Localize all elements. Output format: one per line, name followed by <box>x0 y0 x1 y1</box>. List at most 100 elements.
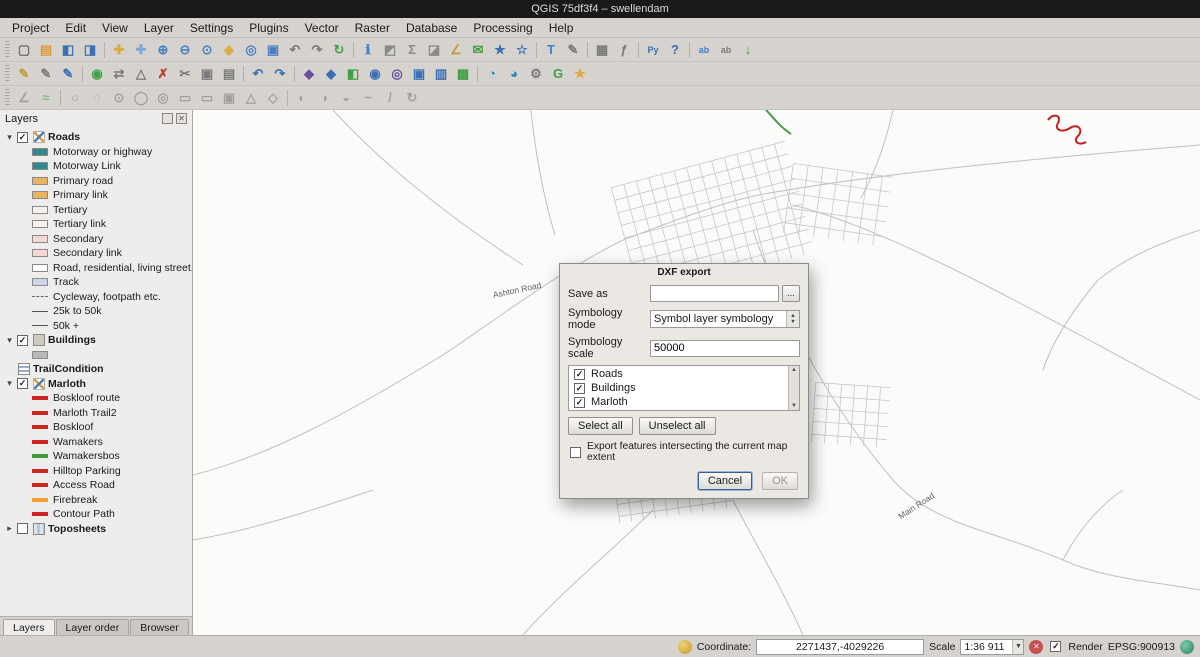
layer-item-boskloof[interactable]: Boskloof <box>0 420 192 435</box>
menu-database[interactable]: Database <box>398 19 465 37</box>
redo-icon[interactable]: ↷ <box>269 63 291 85</box>
render-checkbox[interactable] <box>1050 641 1061 652</box>
titlebar[interactable]: QGIS 75df3f4 – swellendam <box>0 0 1200 18</box>
menu-layer[interactable]: Layer <box>136 19 182 37</box>
expander-icon[interactable]: ▾ <box>4 378 15 389</box>
layer-item-boskloof-route[interactable]: Boskloof route <box>0 391 192 406</box>
menu-edit[interactable]: Edit <box>57 19 94 37</box>
spatial-query-icon[interactable]: ▩ <box>452 63 474 85</box>
layer-item-secondary[interactable]: Secondary <box>0 232 192 247</box>
label-options-icon[interactable]: ab <box>715 39 737 61</box>
zoom-full-icon[interactable]: ◈ <box>218 39 240 61</box>
layer-item-access-road[interactable]: Access Road <box>0 478 192 493</box>
annotation-icon[interactable]: ✎ <box>562 39 584 61</box>
paste-features-icon[interactable]: ▤ <box>218 63 240 85</box>
ok-button[interactable]: OK <box>762 472 798 490</box>
extent-checkbox[interactable] <box>570 447 581 458</box>
rectangle-from-extent-icon[interactable]: ▭ <box>174 87 196 109</box>
ellipse-from-center-icon[interactable]: ◯ <box>130 87 152 109</box>
layer-item-50k[interactable]: 50k + <box>0 319 192 334</box>
delete-selected-icon[interactable]: ✗ <box>152 63 174 85</box>
field-calculator-icon[interactable]: ƒ <box>613 39 635 61</box>
layer-item-hilltop-parking[interactable]: Hilltop Parking <box>0 464 192 479</box>
menu-processing[interactable]: Processing <box>465 19 540 37</box>
browse-button[interactable]: ... <box>782 285 800 302</box>
menu-view[interactable]: View <box>94 19 136 37</box>
split-features-icon[interactable]: / <box>379 87 401 109</box>
web-service-icon[interactable]: ◔ <box>481 63 503 85</box>
refresh-icon[interactable]: ↻ <box>328 39 350 61</box>
dialog-title[interactable]: DXF export <box>560 264 808 280</box>
regular-polygon-icon[interactable]: △ <box>240 87 262 109</box>
identify-features-icon[interactable]: ℹ <box>357 39 379 61</box>
current-edits-icon[interactable]: ✎ <box>13 63 35 85</box>
zoom-native-icon[interactable]: ⊙ <box>196 39 218 61</box>
tracing-icon[interactable]: ≈ <box>35 87 57 109</box>
select-by-expression-icon[interactable]: Σ <box>401 39 423 61</box>
menu-settings[interactable]: Settings <box>182 19 241 37</box>
grass-tools-icon[interactable]: G <box>547 63 569 85</box>
delete-ring-icon[interactable]: ◒ <box>335 87 357 109</box>
save-as-input[interactable] <box>650 285 779 302</box>
attribute-table-icon[interactable]: ▦ <box>591 39 613 61</box>
ellipse-from-extent-icon[interactable]: ◎ <box>152 87 174 109</box>
show-bookmarks-icon[interactable]: ☆ <box>511 39 533 61</box>
save-layer-edits-icon[interactable]: ✎ <box>57 63 79 85</box>
pan-map-icon[interactable]: ✚ <box>108 39 130 61</box>
layer-visibility-checkbox[interactable] <box>17 523 28 534</box>
messages-icon[interactable] <box>678 640 692 654</box>
copy-features-icon[interactable]: ▣ <box>196 63 218 85</box>
layer-item-secondary-link[interactable]: Secondary link <box>0 246 192 261</box>
layer-item-track[interactable]: Track <box>0 275 192 290</box>
new-project-icon[interactable]: ▢ <box>13 39 35 61</box>
processing-toolbox-icon[interactable]: ⚙ <box>525 63 547 85</box>
layer-export-checkbox[interactable] <box>574 383 585 394</box>
symbology-mode-combo[interactable]: Symbol layer symbology ▲▼ <box>650 310 800 328</box>
menu-raster[interactable]: Raster <box>347 19 398 37</box>
toggle-editing-icon[interactable]: ✎ <box>35 63 57 85</box>
symbology-scale-input[interactable] <box>650 340 800 357</box>
layer-item-symbol[interactable] <box>0 348 192 363</box>
layer-group-marloth[interactable]: ▾Marloth <box>0 377 192 392</box>
vector-analysis-icon[interactable]: ◆ <box>320 63 342 85</box>
labeling-icon[interactable]: ab <box>693 39 715 61</box>
polygon-from-center-icon[interactable]: ◇ <box>262 87 284 109</box>
layer-item-25k-to-50k[interactable]: 25k to 50k <box>0 304 192 319</box>
layer-item-contour-path[interactable]: Contour Path <box>0 507 192 522</box>
vector-dissolve-icon[interactable]: ▣ <box>408 63 430 85</box>
list-scrollbar[interactable]: ▲ ▼ <box>788 366 799 410</box>
layer-visibility-checkbox[interactable] <box>17 335 28 346</box>
layer-item-motorway-or-highway[interactable]: Motorway or highway <box>0 145 192 160</box>
coordinate-display[interactable]: 2271437,-4029226 <box>756 639 924 655</box>
metasearch-icon[interactable]: ◕ <box>503 63 525 85</box>
cad-tools-icon[interactable]: ∠ <box>13 87 35 109</box>
close-panel-icon[interactable]: ✕ <box>176 113 187 124</box>
expander-icon[interactable]: ▾ <box>4 335 15 346</box>
zoom-out-icon[interactable]: ⊖ <box>174 39 196 61</box>
vector-checker-icon[interactable]: ◆ <box>298 63 320 85</box>
layer-item-marloth-trail2[interactable]: Marloth Trail2 <box>0 406 192 421</box>
open-project-icon[interactable]: ▤ <box>35 39 57 61</box>
select-features-icon[interactable]: ◩ <box>379 39 401 61</box>
fill-ring-icon[interactable]: ◐ <box>291 87 313 109</box>
crs-globe-icon[interactable] <box>1180 640 1194 654</box>
layer-item-trailcondition[interactable]: TrailCondition <box>0 362 192 377</box>
menu-plugins[interactable]: Plugins <box>241 19 296 37</box>
undo-icon[interactable]: ↶ <box>247 63 269 85</box>
layer-item-primary-road[interactable]: Primary road <box>0 174 192 189</box>
layer-export-checkbox[interactable] <box>574 397 585 408</box>
cut-features-icon[interactable]: ✂ <box>174 63 196 85</box>
layer-item-cycleway-footpath-etc[interactable]: Cycleway, footpath etc. <box>0 290 192 305</box>
layer-item-tertiary-link[interactable]: Tertiary link <box>0 217 192 232</box>
layer-visibility-checkbox[interactable] <box>17 132 28 143</box>
scroll-down-icon[interactable]: ▼ <box>791 403 797 409</box>
reshape-features-icon[interactable]: ~ <box>357 87 379 109</box>
dxf-layer-marloth[interactable]: Marloth <box>572 395 785 409</box>
layer-item-primary-link[interactable]: Primary link <box>0 188 192 203</box>
scroll-up-icon[interactable]: ▲ <box>791 367 797 373</box>
layer-group-toposheets[interactable]: ▸Toposheets <box>0 522 192 537</box>
zoom-to-layer-icon[interactable]: ▣ <box>262 39 284 61</box>
panel-tab-layer-order[interactable]: Layer order <box>56 619 130 635</box>
text-annotation-icon[interactable]: T <box>540 39 562 61</box>
circle-2points-icon[interactable]: ○ <box>64 87 86 109</box>
